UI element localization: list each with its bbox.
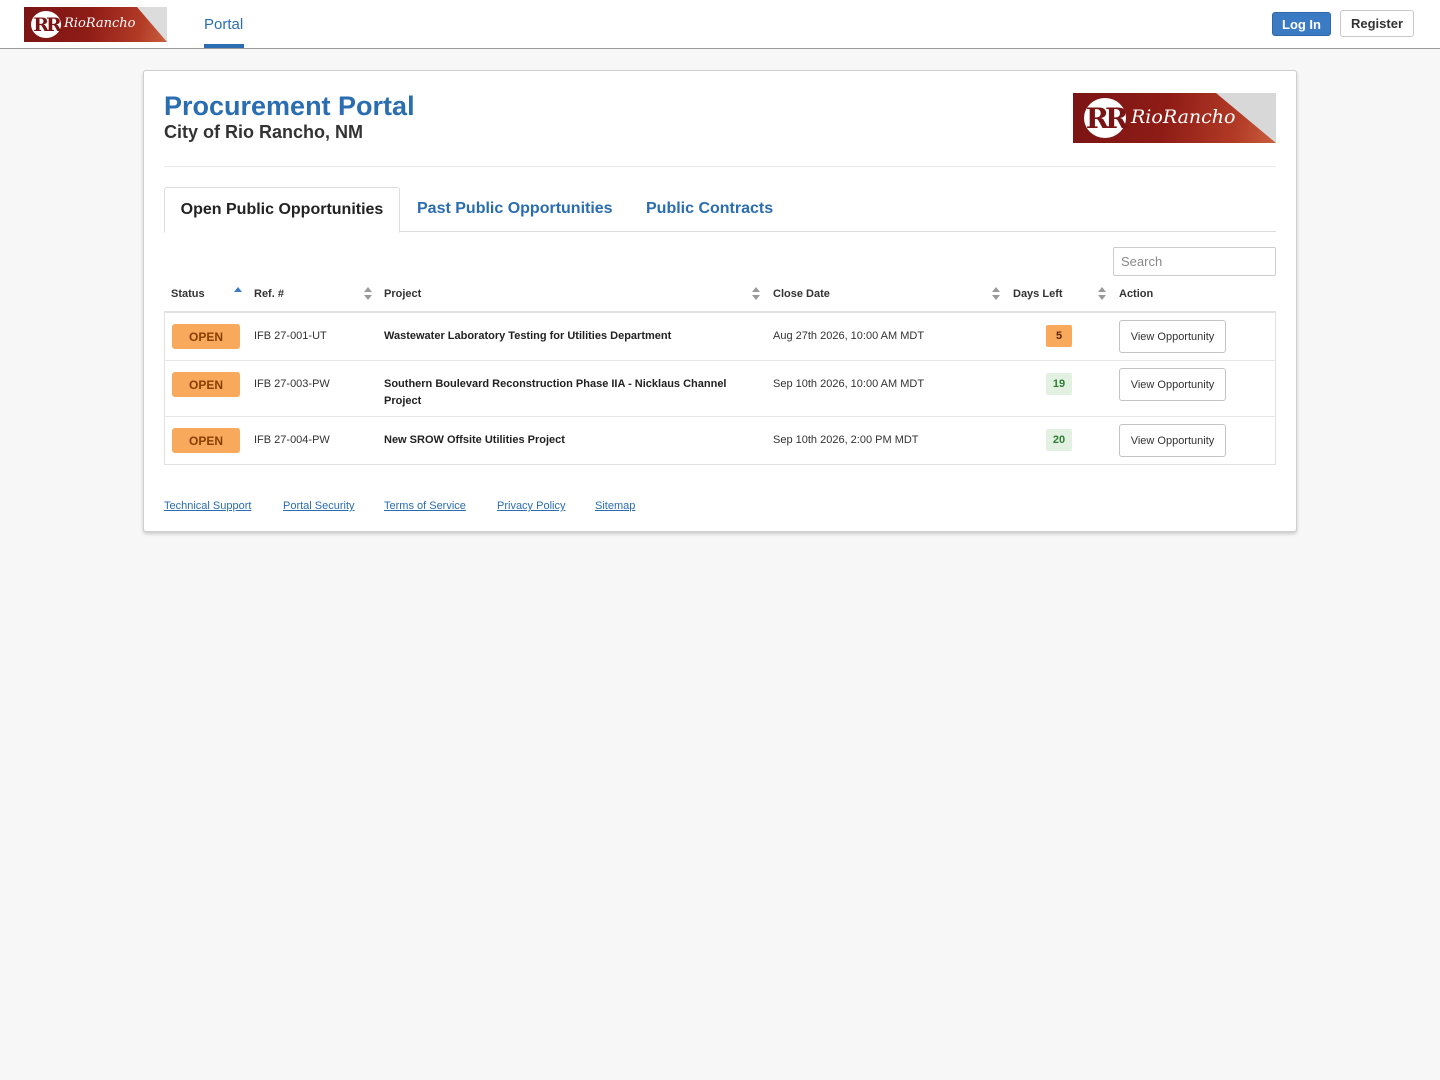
footer-link-technical-support[interactable]: Technical Support	[164, 500, 251, 512]
column-header-project[interactable]: Project	[384, 288, 421, 300]
project-name: Wastewater Laboratory Testing for Utilit…	[384, 330, 672, 342]
tab-past-public-opportunities[interactable]: Past Public Opportunities	[417, 200, 613, 218]
project-name-line: Project	[384, 395, 422, 407]
tab-open-public-opportunities[interactable]: Open Public Opportunities	[164, 187, 400, 233]
column-header-action: Action	[1119, 288, 1154, 300]
status-badge: OPEN	[172, 428, 240, 453]
rio-rancho-logo[interactable]: RR RioRancho	[24, 7, 167, 42]
logo-monogram: RR	[1084, 98, 1128, 138]
login-button[interactable]: Log In	[1272, 12, 1331, 36]
close-date: Sep 10th 2026, 10:00 AM MDT	[773, 378, 925, 390]
logo-wordmark: RioRancho	[1131, 106, 1236, 128]
page-subtitle: City of Rio Rancho, NM	[164, 122, 363, 142]
status-badge: OPEN	[172, 372, 240, 397]
sort-icon[interactable]	[992, 287, 1000, 301]
table-row: OPEN IFB 27-004-PW New SROW Offsite Util…	[165, 417, 1275, 465]
search-input[interactable]	[1113, 247, 1276, 276]
portal-card: Procurement Portal City of Rio Rancho, N…	[143, 70, 1297, 532]
view-opportunity-button[interactable]: View Opportunity	[1119, 424, 1226, 457]
view-opportunity-button[interactable]: View Opportunity	[1119, 320, 1226, 353]
column-header-ref[interactable]: Ref. #	[254, 288, 284, 300]
sort-icon[interactable]	[1098, 287, 1106, 301]
days-left-badge: 20	[1046, 429, 1072, 451]
column-header-days-left[interactable]: Days Left	[1013, 288, 1063, 300]
page-title: Procurement Portal	[164, 91, 415, 121]
project-name: Southern Boulevard Reconstruction Phase …	[384, 376, 727, 410]
ref-number: IFB 27-003-PW	[254, 378, 330, 390]
table-row: OPEN IFB 27-003-PW Southern Boulevard Re…	[165, 361, 1275, 417]
logo-wordmark: RioRancho	[64, 16, 136, 31]
close-date: Aug 27th 2026, 10:00 AM MDT	[773, 330, 925, 342]
tab-public-contracts[interactable]: Public Contracts	[646, 200, 773, 218]
header-divider	[164, 166, 1276, 167]
footer-link-privacy-policy[interactable]: Privacy Policy	[497, 500, 565, 512]
close-date: Sep 10th 2026, 2:00 PM MDT	[773, 434, 919, 446]
opportunities-table: OPEN IFB 27-001-UT Wastewater Laboratory…	[164, 311, 1276, 465]
logo-monogram: RR	[31, 11, 62, 38]
column-header-close-date[interactable]: Close Date	[773, 288, 830, 300]
nav-link-portal[interactable]: Portal	[204, 16, 243, 33]
footer-link-sitemap[interactable]: Sitemap	[595, 500, 635, 512]
nav-active-indicator	[204, 44, 244, 48]
sort-ascending-icon[interactable]	[234, 287, 242, 301]
sort-icon[interactable]	[364, 287, 372, 301]
days-left-badge: 19	[1046, 373, 1072, 395]
ref-number: IFB 27-004-PW	[254, 434, 330, 446]
column-header-status[interactable]: Status	[171, 288, 205, 300]
logo-corner-peel	[137, 7, 167, 42]
sort-icon[interactable]	[752, 287, 760, 301]
project-name-line: Southern Boulevard Reconstruction Phase …	[384, 378, 727, 390]
status-badge: OPEN	[172, 324, 240, 349]
view-opportunity-button[interactable]: View Opportunity	[1119, 368, 1226, 401]
register-button[interactable]: Register	[1340, 10, 1414, 37]
footer-link-terms-of-service[interactable]: Terms of Service	[384, 500, 466, 512]
table-row: OPEN IFB 27-001-UT Wastewater Laboratory…	[165, 313, 1275, 361]
days-left-badge: 5	[1046, 325, 1072, 347]
agency-logo: RR RioRancho	[1073, 93, 1276, 143]
top-navbar: RR RioRancho Portal Log In Register	[0, 0, 1440, 49]
footer-link-portal-security[interactable]: Portal Security	[283, 500, 355, 512]
ref-number: IFB 27-001-UT	[254, 330, 327, 342]
project-name: New SROW Offsite Utilities Project	[384, 434, 565, 446]
